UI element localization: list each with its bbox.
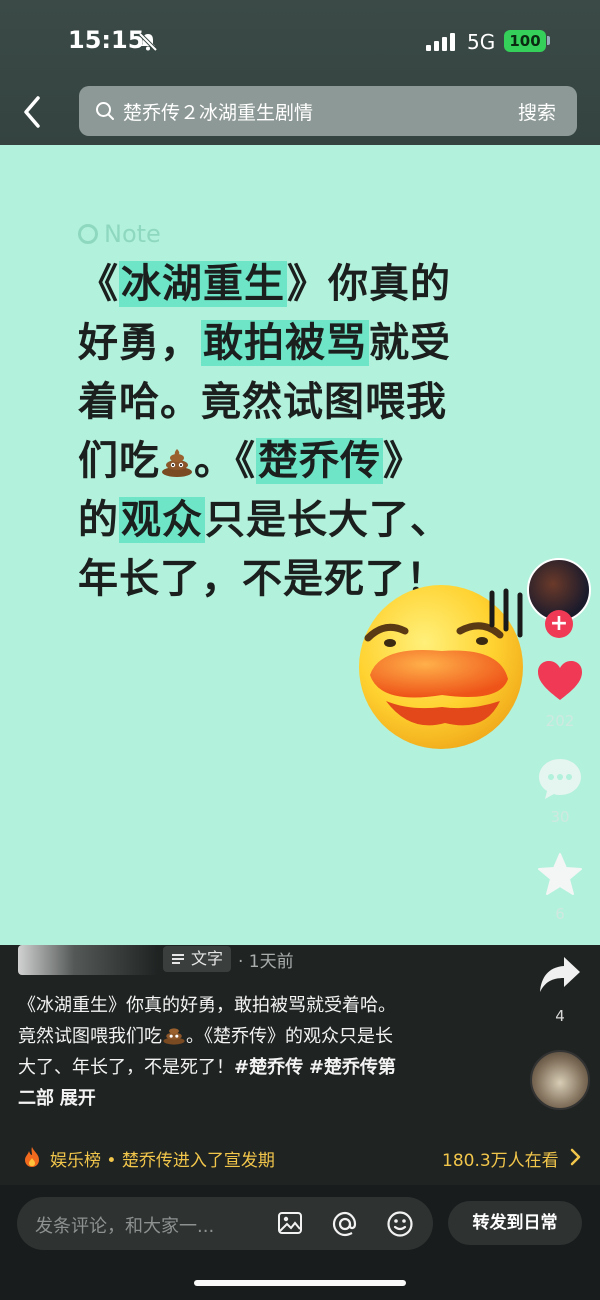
post-type-label: 文字 (191, 949, 224, 968)
poop-emoji-icon (162, 449, 192, 477)
home-indicator (194, 1280, 406, 1286)
text-lines-icon (172, 954, 184, 964)
note-line-3: 着哈。竟然试图喂我 (78, 379, 447, 425)
chevron-right-icon[interactable] (569, 1148, 581, 1166)
network-type: 5G (467, 30, 496, 54)
search-icon (96, 102, 114, 120)
note-circle-icon (78, 224, 98, 244)
note-line-5: 的观众只是长大了、 (78, 497, 451, 543)
note-highlight: 观众 (119, 497, 205, 543)
at-icon[interactable] (331, 1210, 359, 1238)
note-highlight: 冰湖重生 (119, 261, 287, 307)
status-bar: 15:15 5G 100 (0, 0, 600, 80)
fire-icon (25, 1147, 39, 1167)
share-count: 4 (555, 1007, 565, 1025)
comment-icon[interactable] (537, 757, 583, 801)
desc-line-4: 二部 展开 (18, 1083, 468, 1114)
back-icon[interactable] (18, 92, 48, 132)
expand-link[interactable]: 展开 (60, 1088, 96, 1109)
hashtag-link-cont[interactable]: 二部 (18, 1088, 54, 1109)
share-icon[interactable] (538, 955, 582, 995)
star-icon[interactable] (538, 852, 582, 896)
status-time: 15:15 (68, 26, 145, 54)
emoji-icon[interactable] (386, 1210, 414, 1238)
battery-tip (547, 36, 550, 45)
desc-line-2: 竟然试图喂我们吃 。《楚乔传》的观众只是长 (18, 1021, 468, 1052)
desc-line-3: 大了、年长了，不是死了！#楚乔传 #楚乔传第 (18, 1057, 396, 1078)
forward-to-daily-button[interactable]: 转发到日常 (448, 1201, 582, 1245)
note-text: 《冰湖重生》你真的 好勇，敢拍被骂就受 着哈。竟然试图喂我 们吃 。《楚乔传》 … (78, 255, 528, 609)
note-line-2: 好勇，敢拍被骂就受 (78, 320, 451, 366)
note-label: Note (78, 220, 161, 248)
comment-count: 30 (550, 808, 570, 826)
note-highlight: 敢拍被骂 (201, 320, 369, 366)
post-description[interactable]: 《冰湖重生》你真的好勇，敢拍被骂就受着哈。 竟然试图喂我们吃 。《楚乔传》的观众… (18, 990, 468, 1114)
note-line-1: 《冰湖重生》你真的 (78, 261, 451, 307)
post-type-tag: 文字 (163, 946, 232, 972)
image-icon[interactable] (277, 1210, 303, 1236)
follow-button[interactable]: + (545, 610, 573, 638)
search-button[interactable]: 搜索 (518, 98, 556, 125)
hashtag-link[interactable]: #楚乔传 (234, 1057, 303, 1078)
search-box[interactable]: 楚乔传２冰湖重生剧情 搜索 (79, 86, 577, 136)
comment-input[interactable]: 发条评论，和大家一... (17, 1197, 433, 1250)
hashtag-link[interactable]: #楚乔传第 (309, 1057, 396, 1078)
viewer-count[interactable]: 180.3万人在看 (442, 1146, 559, 1171)
favorite-count: 6 (555, 905, 565, 923)
post-time: · 1天前 (238, 952, 294, 972)
heart-icon[interactable] (537, 660, 583, 702)
mute-bell-icon (138, 32, 158, 52)
like-count: 202 (545, 712, 575, 730)
note-card[interactable]: Note 《冰湖重生》你真的 好勇，敢拍被骂就受 着哈。竟然试图喂我 们吃 。《… (0, 145, 600, 945)
desc-line-1: 《冰湖重生》你真的好勇，敢拍被骂就受着哈。 (18, 995, 396, 1016)
poop-emoji-icon (163, 1028, 185, 1045)
search-query[interactable]: 楚乔传２冰湖重生剧情 (123, 98, 313, 125)
author-name-blurred[interactable] (18, 945, 158, 975)
hot-list-link[interactable]: 娱乐榜 • 楚乔传进入了宣发期 (50, 1146, 275, 1171)
duck-face-sticker (359, 585, 523, 749)
comment-placeholder: 发条评论，和大家一... (35, 1216, 215, 1237)
note-label-text: Note (104, 220, 161, 248)
note-line-4: 们吃 。《楚乔传》 (78, 438, 424, 484)
battery-indicator: 100 (504, 30, 546, 52)
signal-icon (426, 33, 455, 51)
note-highlight: 楚乔传 (256, 438, 383, 484)
music-disc[interactable] (530, 1050, 590, 1110)
